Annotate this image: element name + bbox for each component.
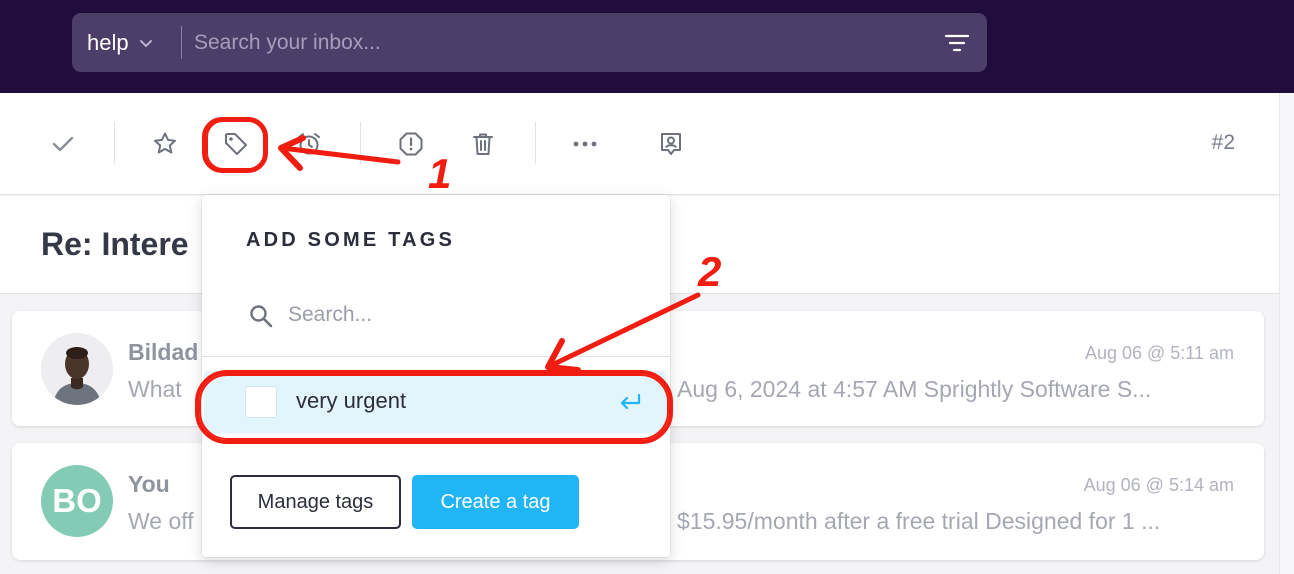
tag-checkbox[interactable] [245, 386, 277, 418]
alert-octagon-icon [399, 132, 423, 156]
dropdown-title: ADD SOME TAGS [246, 229, 456, 251]
person-photo-icon [41, 333, 113, 405]
mailbox-selector[interactable]: help [87, 13, 154, 72]
chevron-down-icon [139, 39, 152, 47]
tag-button[interactable] [217, 125, 255, 163]
star-icon [154, 132, 176, 154]
checkmark-icon [52, 136, 74, 152]
annotation-step-1: 1 [428, 150, 452, 197]
toolbar-divider [535, 122, 536, 164]
toolbar-divider [114, 122, 115, 164]
divider [202, 356, 670, 357]
star-button[interactable] [146, 125, 184, 163]
message-timestamp: Aug 06 @ 5:14 am [1083, 475, 1234, 495]
sender-name: You [128, 471, 170, 497]
search-icon [250, 305, 273, 328]
assign-button[interactable] [652, 125, 690, 163]
snooze-button[interactable] [290, 125, 328, 163]
toolbar-divider [360, 122, 361, 164]
search-divider [181, 26, 182, 59]
tag-search-input[interactable] [288, 296, 628, 334]
tag-option-very-urgent[interactable]: very urgent [204, 371, 666, 433]
avatar [41, 333, 113, 405]
sender-name: Bildad [128, 339, 199, 365]
annotation-step-2: 2 [698, 248, 722, 295]
filter-icon[interactable] [943, 29, 971, 57]
user-badge-icon [661, 133, 681, 155]
message-snippet: $15.95/month after a free trial Designed… [677, 508, 1161, 534]
alarm-clock-icon [298, 133, 320, 155]
close-conversation-button[interactable] [44, 125, 82, 163]
message-snippet: Aug 6, 2024 at 4:57 AM Sprightly Softwar… [677, 376, 1152, 402]
more-actions-button[interactable] [566, 125, 604, 163]
mailbox-name: help [87, 29, 129, 55]
enter-key-icon [620, 393, 641, 410]
tag-label: very urgent [296, 388, 407, 413]
spam-button[interactable] [392, 125, 430, 163]
inbox-search-input[interactable] [194, 23, 914, 62]
manage-tags-button[interactable]: Manage tags [230, 475, 401, 529]
thread-subject: Re: Intere [41, 226, 189, 262]
conversation-toolbar: #2 [0, 93, 1279, 195]
search-bar: help [72, 13, 987, 72]
scrollbar[interactable] [1279, 93, 1294, 574]
message-snippet: We off [128, 508, 194, 534]
tag-dropdown: ADD SOME TAGS very urgent Manage tags Cr… [202, 195, 670, 557]
avatar: BO [41, 465, 113, 537]
more-horizontal-icon [573, 141, 597, 147]
ticket-number: #2 [1211, 131, 1235, 154]
delete-button[interactable] [464, 125, 502, 163]
create-tag-button[interactable]: Create a tag [412, 475, 579, 529]
top-bar: help [0, 0, 1294, 93]
tag-icon [225, 133, 247, 155]
message-timestamp: Aug 06 @ 5:11 am [1084, 343, 1234, 363]
trash-icon [473, 133, 493, 155]
message-snippet: What [128, 376, 182, 402]
